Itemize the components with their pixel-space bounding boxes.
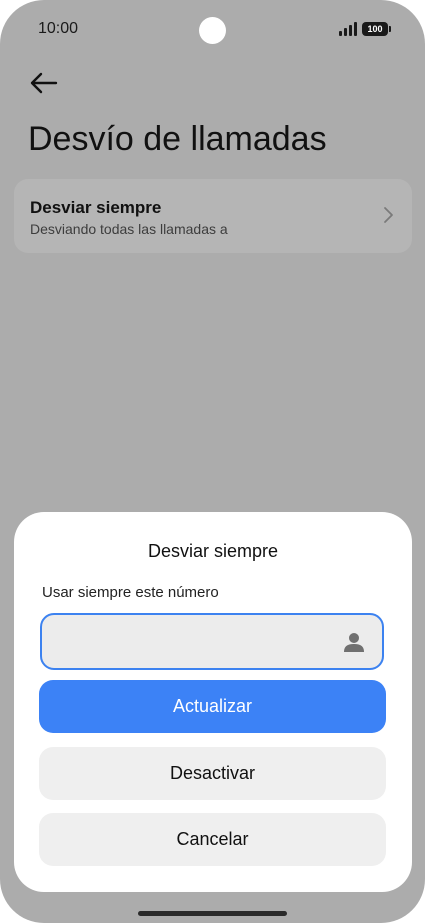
forward-dialog: Desviar siempre Usar siempre este número… <box>14 512 412 892</box>
person-icon <box>344 633 364 652</box>
chevron-right-icon <box>384 207 393 223</box>
cancel-button[interactable]: Cancelar <box>39 813 386 866</box>
home-indicator[interactable] <box>138 911 287 916</box>
number-input[interactable] <box>54 615 334 668</box>
setting-row-subtitle: Desviando todas las llamadas a <box>30 221 228 237</box>
number-input-field[interactable] <box>40 613 384 670</box>
arrow-left-icon <box>30 72 58 94</box>
status-time: 10:00 <box>38 20 79 37</box>
contacts-button[interactable] <box>342 630 366 654</box>
dialog-label: Usar siempre este número <box>42 584 219 601</box>
page-title: Desvío de llamadas <box>28 120 327 158</box>
setting-row-forward-always[interactable]: Desviar siempre Desviando todas las llam… <box>14 179 412 253</box>
signal-icon <box>339 22 357 36</box>
status-bar: 10:00 100 <box>0 0 425 60</box>
battery-icon: 100 <box>362 22 391 36</box>
back-button[interactable] <box>28 68 60 98</box>
dialog-title: Desviar siempre <box>147 541 279 561</box>
camera-cutout <box>199 17 226 44</box>
phone-screen: 10:00 100 Desvío de llamadas Desviar sie… <box>0 0 425 923</box>
setting-row-title: Desviar siempre <box>30 198 162 217</box>
battery-level: 100 <box>367 24 383 34</box>
update-button[interactable]: Actualizar <box>39 680 386 733</box>
deactivate-button[interactable]: Desactivar <box>39 747 386 800</box>
